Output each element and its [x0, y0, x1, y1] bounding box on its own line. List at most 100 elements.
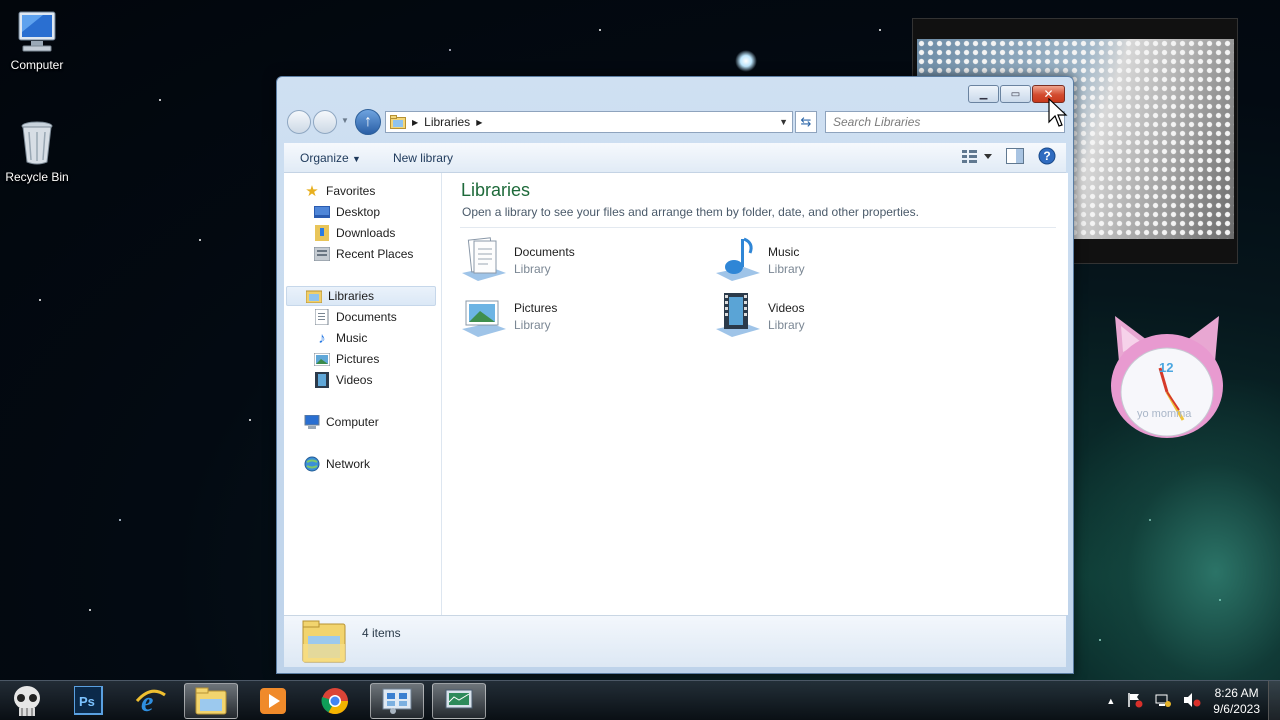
library-type: Library	[768, 262, 805, 276]
clock-date: 9/6/2023	[1213, 702, 1260, 716]
clock-label: yo momma	[1137, 408, 1192, 420]
nav-item-pictures[interactable]: Pictures	[284, 349, 442, 369]
library-name: Documents	[514, 245, 575, 259]
nav-label: Desktop	[336, 205, 381, 219]
library-name: Music	[768, 245, 800, 259]
up-button[interactable]: ↑	[355, 109, 381, 135]
videos-library-icon	[716, 293, 760, 337]
taskbar-media-player[interactable]	[246, 683, 300, 719]
nav-item-computer[interactable]: Computer	[284, 412, 442, 432]
taskbar-internet-explorer[interactable]: e	[124, 683, 178, 719]
volume-muted-icon[interactable]	[1183, 692, 1201, 711]
view-options-icon	[962, 150, 992, 163]
recycle-bin-icon	[21, 121, 53, 165]
nav-label: Downloads	[336, 226, 396, 240]
desktop-icon-recycle-bin[interactable]: Recycle Bin	[0, 120, 74, 184]
library-item-music[interactable]: Music Library	[714, 235, 934, 285]
desktop-icon-computer[interactable]: Computer	[0, 10, 74, 72]
taskbar-photoshop[interactable]: Ps	[62, 683, 116, 719]
command-bar: Organize ▼ New library ?	[284, 143, 1066, 173]
libraries-folder-large-icon	[302, 620, 346, 663]
nav-item-desktop[interactable]: Desktop	[284, 202, 442, 222]
taskbar-chrome[interactable]	[308, 683, 362, 719]
desktop-icon-label: Computer	[10, 58, 64, 72]
mouse-cursor-icon	[1048, 98, 1068, 127]
taskbar: Ps e ▲ 8:26 AM 9/6/2023	[0, 680, 1280, 720]
preview-pane-button[interactable]	[1006, 148, 1024, 167]
music-note-icon: ♪	[318, 329, 326, 347]
nav-label: Favorites	[326, 184, 376, 198]
recent-pages-chevron-icon[interactable]: ▼	[341, 116, 349, 125]
breadcrumb-libraries[interactable]: Libraries	[424, 115, 470, 129]
refresh-icon: ⇆	[800, 114, 812, 129]
nav-item-libraries[interactable]: Libraries	[286, 286, 436, 306]
library-item-videos[interactable]: Videos Library	[714, 291, 934, 341]
library-name: Pictures	[514, 301, 558, 315]
nav-label: Music	[336, 331, 368, 345]
organize-button[interactable]: Organize ▼	[284, 151, 377, 165]
star-glow	[735, 50, 757, 72]
start-button[interactable]	[0, 683, 54, 719]
change-view-button[interactable]	[962, 149, 992, 166]
nav-item-downloads[interactable]: Downloads	[284, 223, 442, 243]
clock-time: 8:26 AM	[1214, 686, 1259, 700]
library-item-documents[interactable]: Documents Library	[460, 235, 680, 285]
minimize-button[interactable]: ▁	[968, 85, 999, 103]
nav-label: Libraries	[328, 289, 375, 303]
nav-item-videos[interactable]: Videos	[284, 370, 442, 390]
refresh-button[interactable]: ⇆	[795, 111, 817, 133]
chevron-down-icon: ▼	[352, 153, 361, 164]
page-title: Libraries	[461, 180, 531, 200]
system-tray: ▲ 8:26 AM 9/6/2023	[1106, 681, 1260, 720]
nav-item-recent-places[interactable]: Recent Places	[284, 244, 442, 264]
control-panel-icon	[382, 688, 412, 714]
nav-label: Recent Places	[336, 247, 414, 261]
address-bar[interactable]: ▶ Libraries ▶ ▼	[385, 111, 793, 133]
internet-explorer-icon: e	[135, 687, 166, 717]
explorer-window[interactable]: ▁ ▭ ✕ ▼ ↑ ▶ Libraries ▶ ▼ ⇆ Search Libra…	[276, 76, 1074, 674]
help-button[interactable]: ?	[1038, 147, 1056, 168]
action-center-flag-icon[interactable]	[1127, 692, 1143, 711]
preview-pane-icon	[1006, 148, 1024, 164]
address-dropdown-icon[interactable]: ▼	[779, 117, 788, 127]
address-row: ▼ ↑ ▶ Libraries ▶ ▼ ⇆ Search Libraries	[285, 108, 1065, 136]
search-input[interactable]: Search Libraries	[825, 111, 1065, 133]
network-globe-icon	[304, 456, 320, 472]
libraries-folder-icon	[390, 115, 406, 129]
nav-item-music[interactable]: ♪ Music	[284, 328, 442, 348]
breadcrumb-arrow-icon[interactable]: ▶	[476, 118, 482, 127]
videos-icon	[314, 372, 330, 388]
nav-label: Videos	[336, 373, 373, 387]
photoshop-icon: Ps	[74, 686, 103, 715]
downloads-folder-icon	[314, 225, 330, 241]
svg-text:?: ?	[1043, 149, 1050, 163]
nav-item-documents[interactable]: Documents	[284, 307, 442, 327]
documents-library-icon	[462, 237, 506, 281]
show-hidden-icons-button[interactable]: ▲	[1106, 696, 1115, 706]
page-description: Open a library to see your files and arr…	[462, 205, 919, 219]
clock-gadget[interactable]: 12 yo momma	[1105, 312, 1229, 444]
computer-icon	[304, 414, 320, 430]
arrow-up-icon: ↑	[364, 113, 372, 130]
nav-item-network[interactable]: Network	[284, 454, 442, 474]
music-library-icon	[716, 237, 760, 281]
taskbar-windows-explorer[interactable]	[184, 683, 238, 719]
back-button[interactable]	[287, 110, 311, 134]
new-library-button[interactable]: New library	[377, 151, 469, 165]
network-status-icon[interactable]	[1155, 692, 1172, 711]
taskbar-control-panel[interactable]	[370, 683, 424, 719]
content-divider	[460, 227, 1056, 228]
forward-button[interactable]	[313, 110, 337, 134]
library-item-pictures[interactable]: Pictures Library	[460, 291, 680, 341]
libraries-icon	[306, 288, 322, 304]
breadcrumb-arrow-icon[interactable]: ▶	[412, 118, 418, 127]
taskbar-clock[interactable]: 8:26 AM 9/6/2023	[1213, 685, 1260, 717]
maximize-button[interactable]: ▭	[1000, 85, 1031, 103]
help-icon: ?	[1038, 147, 1056, 165]
nav-item-favorites[interactable]: ★ Favorites	[284, 181, 442, 201]
clock-cat-icon	[1111, 316, 1223, 438]
minimize-icon: ▁	[979, 88, 988, 100]
show-desktop-button[interactable]	[1268, 681, 1280, 720]
taskbar-system-window[interactable]	[432, 683, 486, 719]
recent-places-icon	[314, 246, 330, 262]
